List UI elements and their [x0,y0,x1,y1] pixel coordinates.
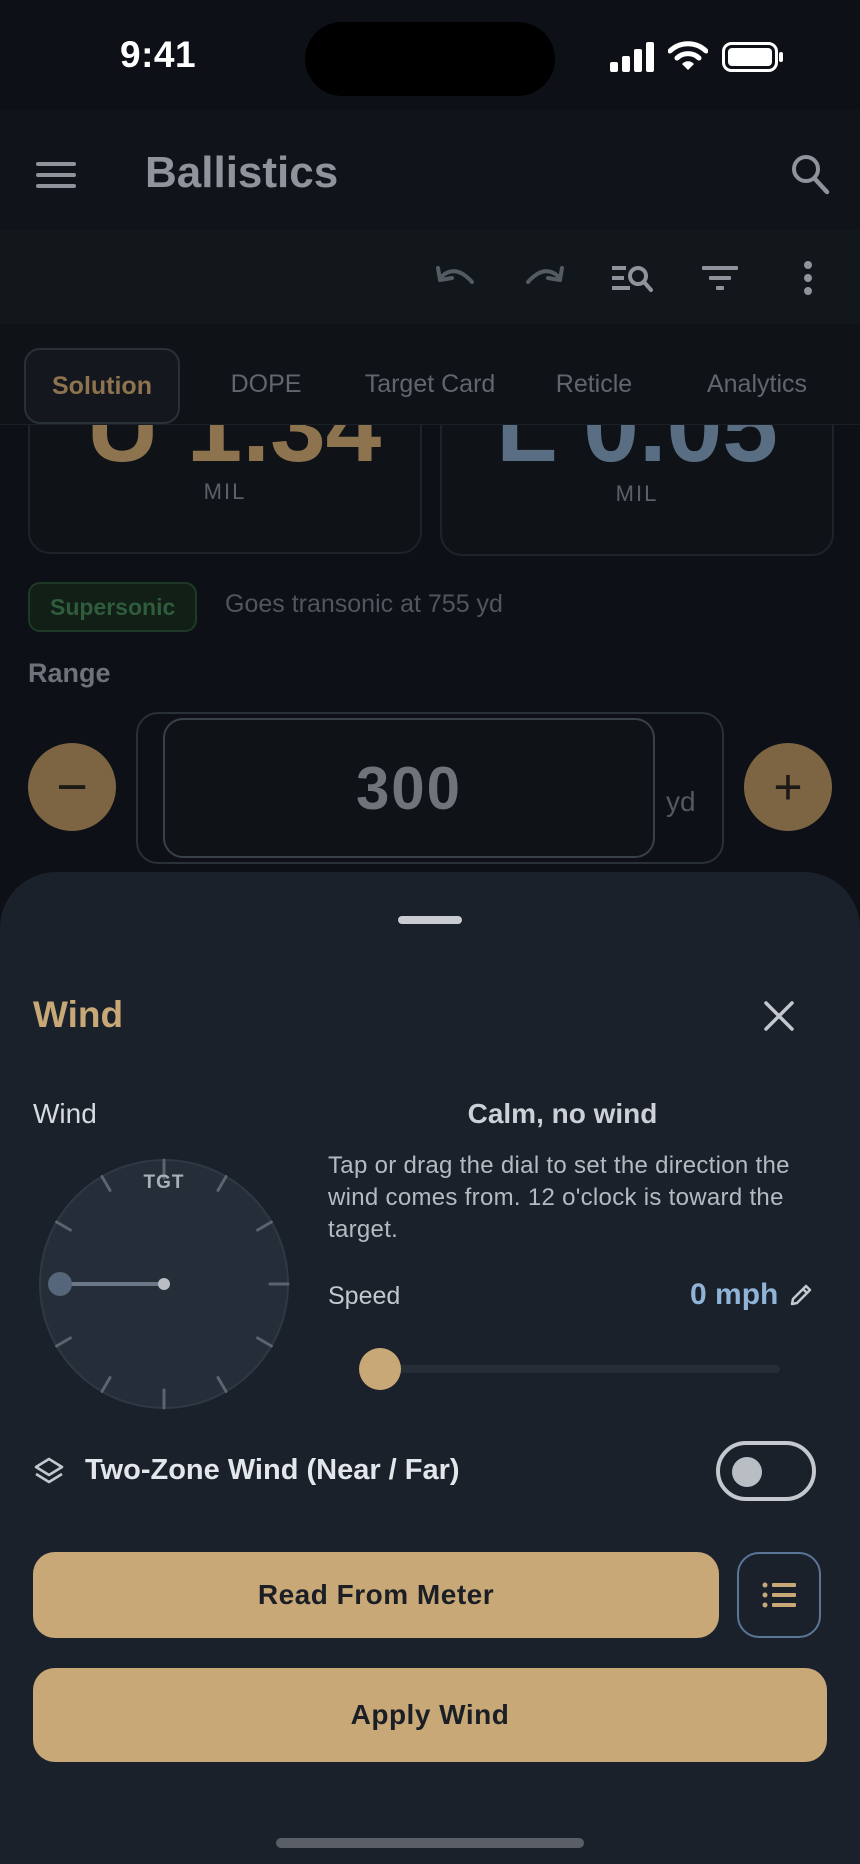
apply-wind-button[interactable]: Apply Wind [33,1668,827,1762]
range-label: Range [28,658,111,688]
wind-direction-handle[interactable] [48,1272,72,1296]
windage-card: L 0.05 MIL [440,425,834,556]
wind-dial-label: Wind [33,1098,97,1129]
speed-value[interactable]: 0 mph [690,1278,778,1312]
tab-solution[interactable]: Solution [24,348,180,424]
range-decrement-button[interactable]: − [28,743,116,831]
filter-icon[interactable] [698,258,742,298]
minus-icon: − [56,757,88,817]
windage-unit: MIL [615,481,659,506]
elevation-card: U 1.34 MIL [28,425,422,554]
tab-reticle[interactable]: Reticle [540,348,648,420]
transonic-note: Goes transonic at 755 yd [225,590,503,618]
cellular-signal-icon [610,42,654,72]
wind-instructions: Tap or drag the dial to set the directio… [328,1152,790,1243]
elevation-unit: MIL [203,479,247,504]
wind-direction-dial[interactable]: TGT [38,1158,290,1410]
range-input[interactable]: 300 [163,718,655,858]
elevation-value: U 1.34 [86,425,382,483]
speed-slider-track[interactable] [380,1365,780,1373]
app-title: Ballistics [145,148,339,197]
undo-icon[interactable] [434,258,478,298]
dial-center-dot [158,1278,170,1290]
pencil-icon[interactable] [788,1282,814,1308]
status-time: 9:41 [120,34,197,75]
speed-slider-thumb[interactable] [359,1348,401,1390]
list-icon [762,1582,796,1608]
speed-label: Speed [328,1282,401,1310]
tab-analytics[interactable]: Analytics [690,348,824,420]
wifi-icon [668,41,708,70]
tab-bar: Solution DOPE Target Card Reticle Analyt… [0,324,860,425]
search-icon[interactable] [790,152,830,196]
dynamic-island [305,22,555,96]
two-zone-wind-toggle[interactable] [716,1441,816,1501]
meter-list-button[interactable] [737,1552,821,1638]
close-icon[interactable] [760,997,798,1035]
toggle-knob [732,1457,762,1487]
wind-status: Calm, no wind [467,1098,658,1129]
menu-icon[interactable] [36,160,76,190]
read-from-meter-button[interactable]: Read From Meter [33,1552,719,1638]
redo-icon[interactable] [522,258,566,298]
tab-dope[interactable]: DOPE [210,348,322,420]
battery-icon [722,42,783,72]
supersonic-badge: Supersonic [28,582,198,632]
dial-target-label: TGT [144,1172,185,1193]
home-indicator [276,1838,584,1848]
layers-icon [34,1457,64,1484]
range-increment-button[interactable]: + [744,743,832,831]
sheet-drag-handle[interactable] [398,916,462,924]
plus-icon: + [773,759,803,815]
more-vert-icon[interactable] [786,258,830,298]
windage-value: L 0.05 [496,425,778,483]
app-bar [0,110,860,230]
sheet-title: Wind [33,994,124,1035]
two-zone-wind-label: Two-Zone Wind (Near / Far) [85,1454,460,1486]
tab-target-card[interactable]: Target Card [352,348,508,420]
find-in-list-icon[interactable] [610,258,654,298]
range-unit: yd [666,786,696,817]
